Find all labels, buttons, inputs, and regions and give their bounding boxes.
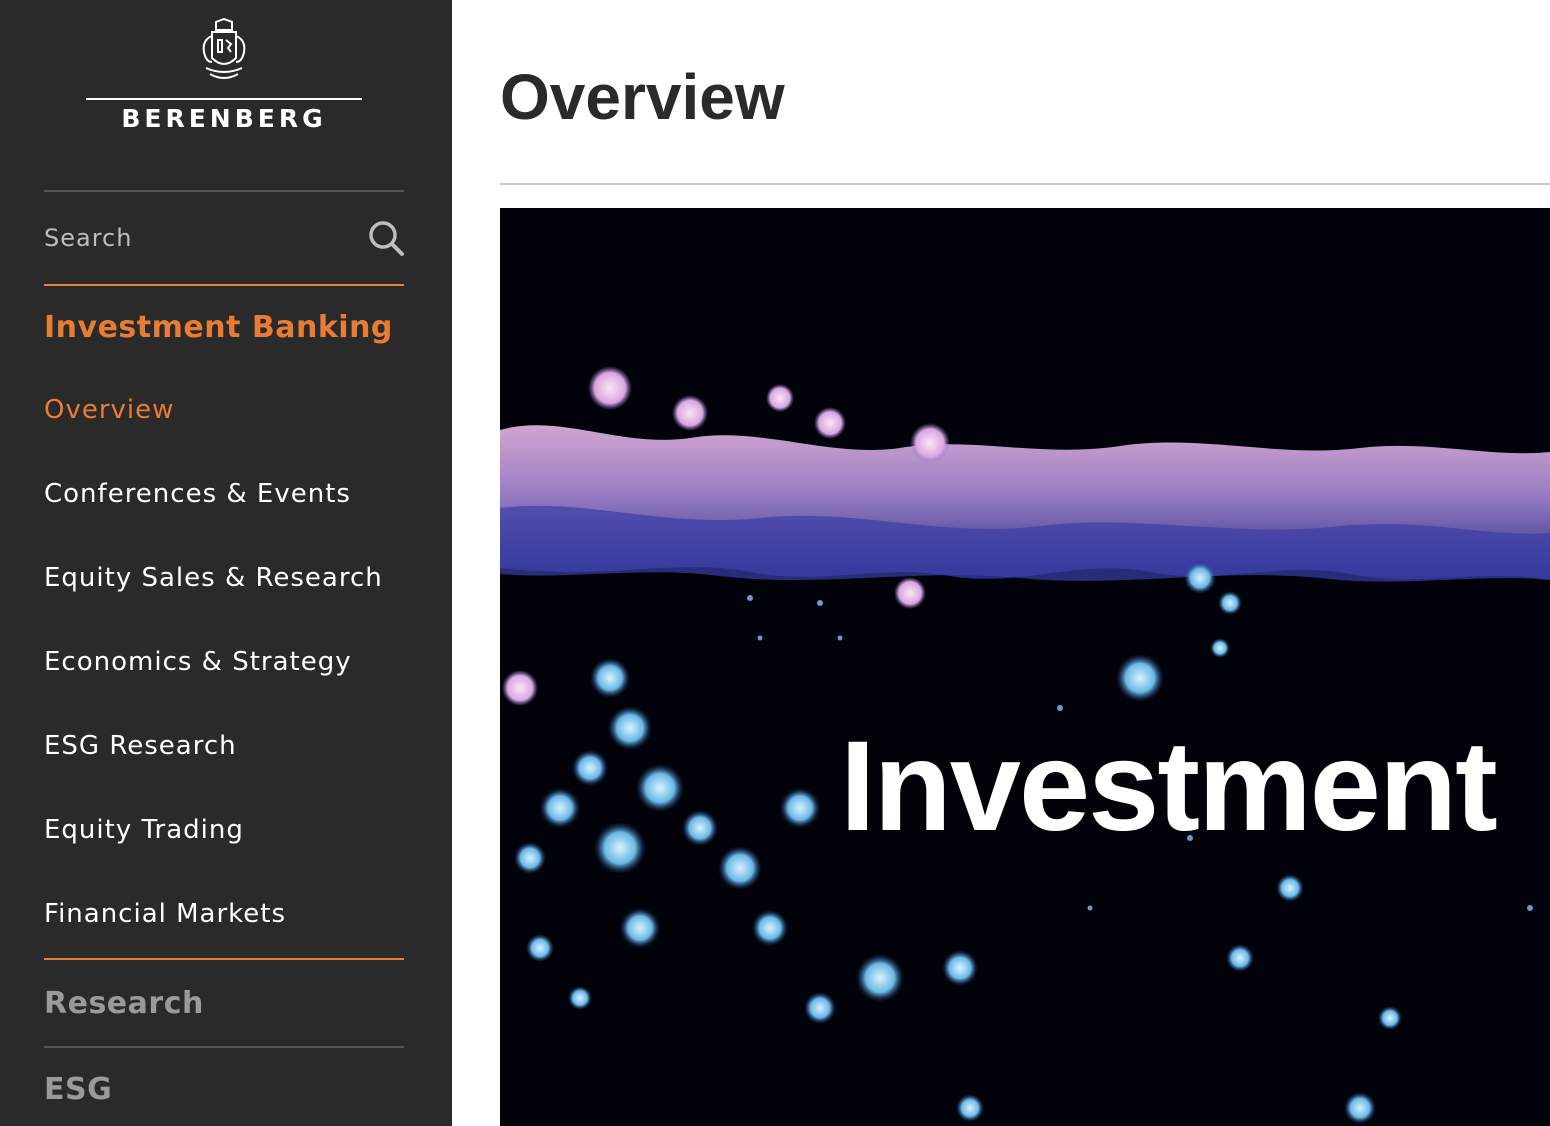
search-icon[interactable]	[366, 218, 406, 258]
nav-item-conferences-events[interactable]: Conferences & Events	[44, 479, 351, 509]
title-divider	[500, 183, 1550, 185]
hero-image: Investment	[500, 208, 1550, 1126]
divider	[44, 190, 404, 192]
divider	[44, 1046, 404, 1048]
nav-item-esg-research[interactable]: ESG Research	[44, 731, 237, 761]
water-bubbles-image	[500, 208, 1550, 1126]
hero-heading: Investment	[840, 715, 1498, 858]
search-underline	[44, 284, 404, 286]
nav-item-financial-markets[interactable]: Financial Markets	[44, 899, 286, 929]
section-divider	[44, 958, 404, 960]
berenberg-logo[interactable]: BERENBERG	[84, 18, 364, 138]
search-bar	[44, 208, 404, 268]
nav-item-economics-strategy[interactable]: Economics & Strategy	[44, 647, 352, 677]
nav-section-research[interactable]: Research	[44, 986, 204, 1021]
logo-rule	[86, 98, 362, 100]
page-title: Overview	[500, 61, 785, 133]
sidebar: BERENBERG Investment Banking Overview Co…	[0, 0, 452, 1126]
nav-item-equity-sales-research[interactable]: Equity Sales & Research	[44, 563, 383, 593]
nav-section-esg[interactable]: ESG	[44, 1072, 112, 1107]
coat-of-arms-icon	[202, 18, 246, 79]
brand-name: BERENBERG	[121, 104, 327, 133]
nav-item-equity-trading[interactable]: Equity Trading	[44, 815, 244, 845]
nav-section-investment-banking[interactable]: Investment Banking	[44, 310, 393, 345]
nav-item-overview[interactable]: Overview	[44, 395, 174, 425]
search-input[interactable]	[44, 216, 344, 260]
